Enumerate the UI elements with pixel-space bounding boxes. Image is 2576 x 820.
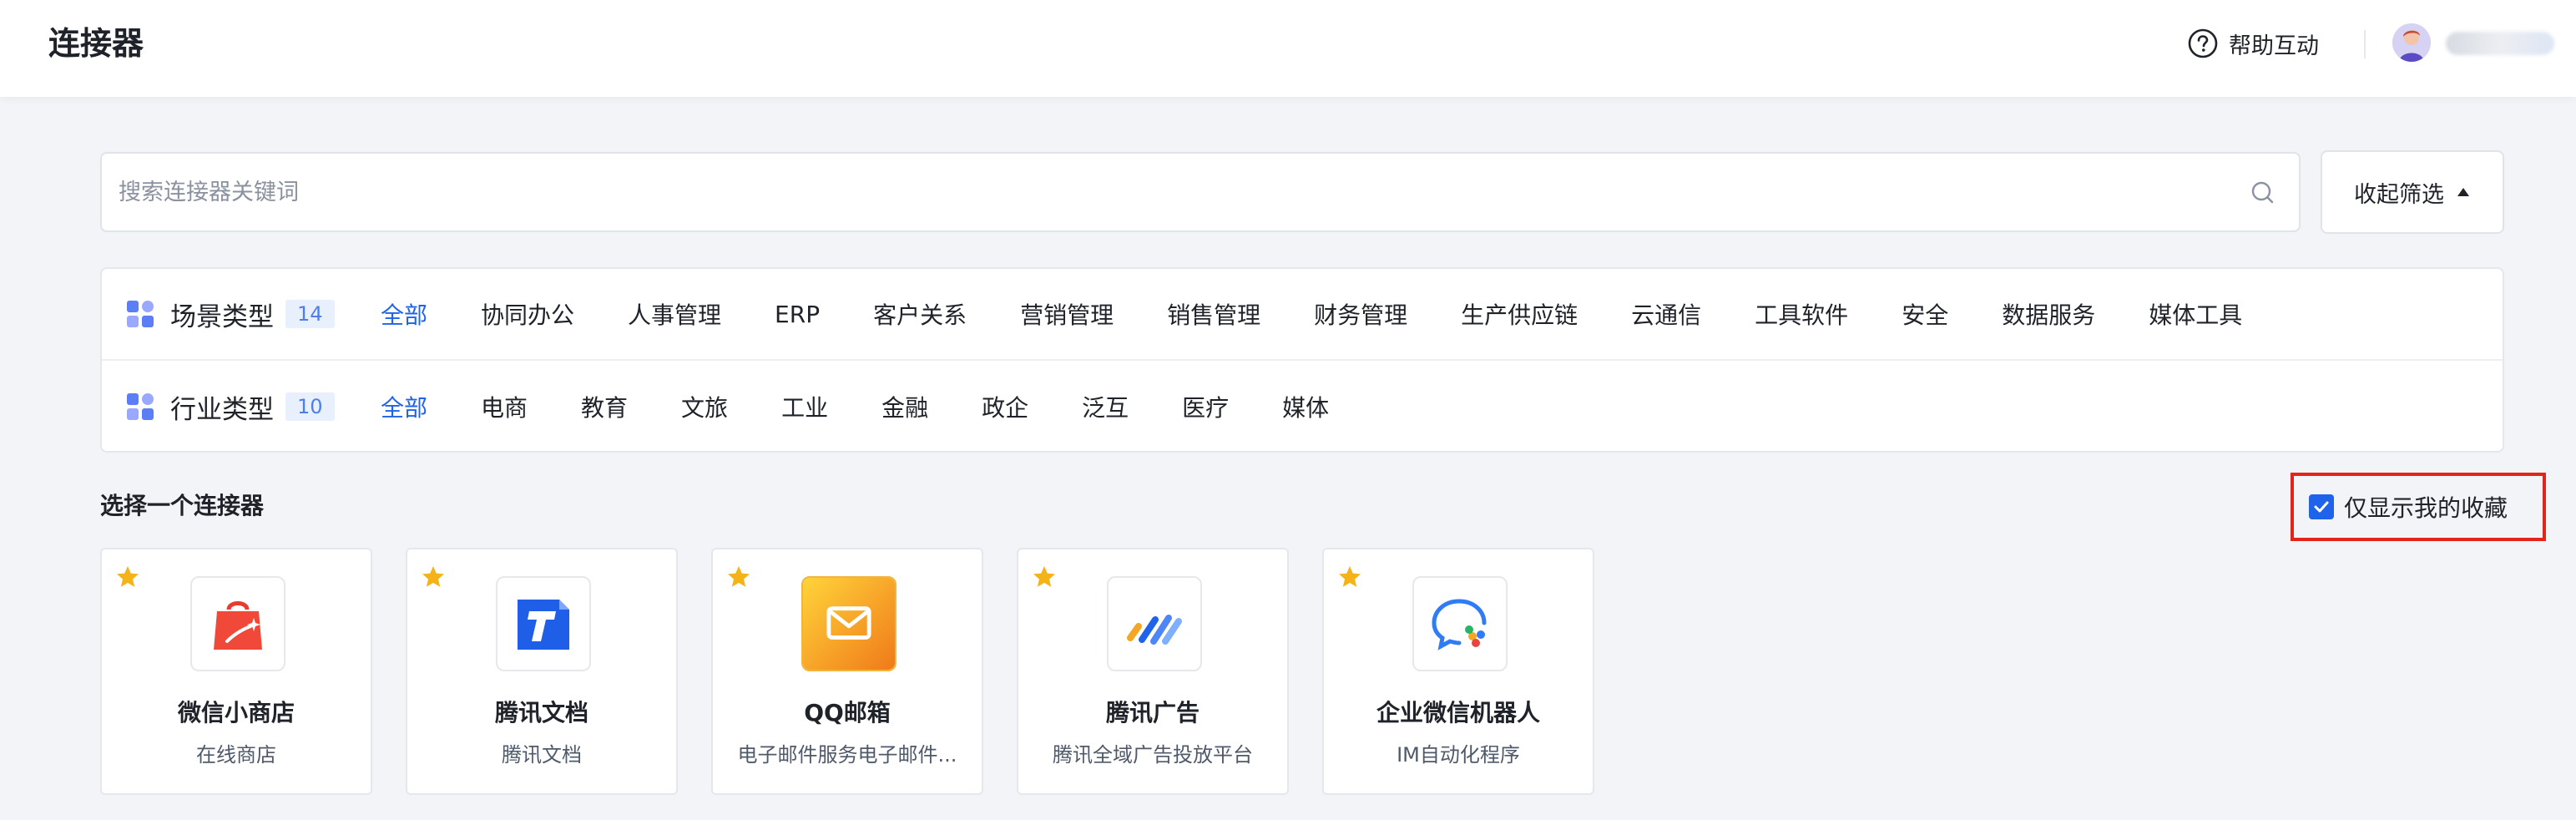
help-label: 帮助互动 — [2229, 33, 2319, 59]
scene-tag-supply-chain[interactable]: 生产供应链 — [1461, 297, 1578, 331]
tencent-docs-icon — [496, 576, 591, 671]
star-icon[interactable] — [726, 564, 751, 590]
scene-tag-crm[interactable]: 客户关系 — [873, 297, 967, 331]
connector-name: 企业微信机器人 — [1376, 699, 1540, 726]
industry-type-header: 行业类型 10 — [125, 388, 381, 426]
header-divider — [2364, 30, 2366, 58]
scene-tag-sales[interactable]: 销售管理 — [1167, 297, 1260, 331]
connector-name: 微信小商店 — [177, 699, 295, 726]
connector-name: QQ邮箱 — [804, 699, 891, 726]
caret-up-icon — [2457, 188, 2469, 196]
favorites-only-checkbox[interactable] — [2309, 494, 2334, 519]
filter-panel: 场景类型 14 全部 协同办公 人事管理 ERP 客户关系 营销管理 销售管理 … — [100, 267, 2504, 453]
connector-desc: 电子邮件服务电子邮件... — [737, 743, 957, 767]
connector-card[interactable]: QQ邮箱 电子邮件服务电子邮件... — [711, 548, 983, 795]
connector-name: 腾讯文档 — [494, 699, 588, 726]
collapse-filter-button[interactable]: 收起筛选 — [2321, 150, 2504, 234]
industry-type-title: 行业类型 — [170, 394, 274, 425]
avatar[interactable] — [2392, 23, 2431, 62]
industry-tag-government[interactable]: 政企 — [982, 390, 1028, 423]
scene-tag-hr[interactable]: 人事管理 — [628, 297, 721, 331]
search-box — [100, 152, 2301, 232]
connector-card[interactable]: 腾讯广告 腾讯全域广告投放平台 — [1017, 548, 1289, 795]
scene-tag-security[interactable]: 安全 — [1902, 297, 1948, 331]
industry-tag-ecommerce[interactable]: 电商 — [481, 390, 528, 423]
scene-tag-marketing[interactable]: 营销管理 — [1020, 297, 1114, 331]
scene-tag-all[interactable]: 全部 — [381, 297, 427, 331]
industry-type-count: 10 — [285, 392, 335, 421]
mail-icon — [801, 576, 897, 671]
scene-type-title: 场景类型 — [170, 301, 274, 332]
connector-name: 腾讯广告 — [1105, 699, 1200, 726]
connector-card[interactable]: 腾讯文档 腾讯文档 — [406, 548, 678, 795]
scene-tag-data[interactable]: 数据服务 — [2002, 297, 2095, 331]
scene-tag-cloud-comm[interactable]: 云通信 — [1631, 297, 1701, 331]
industry-tag-tourism[interactable]: 文旅 — [681, 390, 728, 423]
favorites-only-toggle[interactable]: 仅显示我的收藏 — [2291, 473, 2546, 541]
grid-apps-icon — [127, 301, 154, 327]
scene-tag-tools[interactable]: 工具软件 — [1755, 297, 1848, 331]
industry-tag-media[interactable]: 媒体 — [1282, 390, 1329, 423]
connector-desc: 在线商店 — [196, 743, 276, 767]
top-bar: 连接器 帮助互动 — [0, 0, 2576, 97]
collapse-filter-label: 收起筛选 — [2354, 181, 2444, 208]
scene-type-count: 14 — [285, 300, 335, 328]
question-circle-icon — [2188, 28, 2218, 58]
page-title: 连接器 — [48, 25, 144, 62]
industry-type-row: 行业类型 10 全部 电商 教育 文旅 工业 金融 政企 泛互 医疗 媒体 — [102, 361, 2503, 453]
star-icon[interactable] — [421, 564, 446, 590]
industry-tag-internet[interactable]: 泛互 — [1082, 390, 1129, 423]
grid-apps-icon — [127, 393, 154, 420]
scene-tag-finance[interactable]: 财务管理 — [1314, 297, 1407, 331]
tencent-ads-icon — [1107, 576, 1202, 671]
star-icon[interactable] — [1032, 564, 1057, 590]
search-input[interactable] — [119, 154, 2239, 230]
connector-card[interactable]: 企业微信机器人 IM自动化程序 — [1322, 548, 1594, 795]
username-redacted[interactable] — [2446, 32, 2554, 55]
section-title: 选择一个连接器 — [100, 492, 265, 519]
industry-tag-education[interactable]: 教育 — [581, 390, 628, 423]
help-button[interactable]: 帮助互动 — [2187, 25, 2319, 62]
industry-tag-finance[interactable]: 金融 — [881, 390, 928, 423]
scene-tag-media-tools[interactable]: 媒体工具 — [2149, 297, 2242, 331]
scene-type-header: 场景类型 14 — [125, 296, 381, 333]
check-icon — [2314, 501, 2329, 513]
favorites-only-label: 仅显示我的收藏 — [2344, 494, 2508, 522]
scene-tag-erp[interactable]: ERP — [775, 301, 820, 328]
industry-tag-medical[interactable]: 医疗 — [1182, 390, 1229, 423]
connector-card[interactable]: 微信小商店 在线商店 — [100, 548, 372, 795]
user-avatar-icon — [2392, 23, 2431, 62]
connector-desc: IM自动化程序 — [1397, 743, 1520, 767]
star-icon[interactable] — [115, 564, 140, 590]
scene-tag-collab[interactable]: 协同办公 — [481, 297, 574, 331]
industry-tag-all[interactable]: 全部 — [381, 390, 427, 423]
connector-desc: 腾讯全域广告投放平台 — [1053, 743, 1253, 767]
wecom-bot-icon — [1412, 576, 1508, 671]
scene-type-row: 场景类型 14 全部 协同办公 人事管理 ERP 客户关系 营销管理 销售管理 … — [102, 269, 2503, 361]
search-icon[interactable] — [2249, 179, 2277, 207]
star-icon[interactable] — [1337, 564, 1362, 590]
shopping-bag-icon — [190, 576, 285, 671]
industry-tag-industry[interactable]: 工业 — [781, 390, 828, 423]
connector-desc: 腾讯文档 — [502, 743, 582, 767]
